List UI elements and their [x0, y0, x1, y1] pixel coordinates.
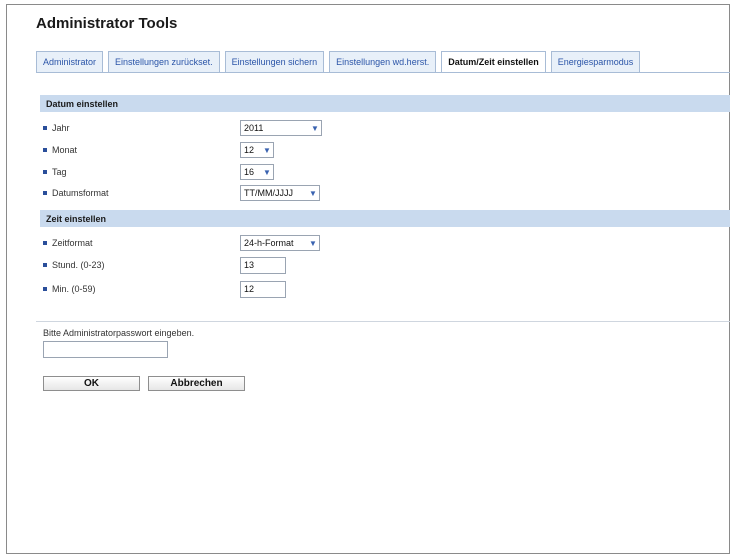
- date-format-label: Datumsformat: [52, 188, 109, 198]
- bullet-icon: [43, 148, 47, 152]
- date-format-row: Datumsformat TT/MM/JJJJ ▼: [40, 184, 320, 202]
- chevron-down-icon: ▼: [309, 238, 317, 248]
- tab-energy-saver[interactable]: Energiesparmodus: [550, 51, 641, 73]
- time-format-value: 24-h-Format: [244, 238, 294, 248]
- chevron-down-icon: ▼: [263, 167, 271, 177]
- bullet-icon: [43, 126, 47, 130]
- day-select[interactable]: 16 ▼: [240, 164, 274, 180]
- tab-backup-settings[interactable]: Einstellungen sichern: [224, 51, 325, 73]
- chevron-down-icon: ▼: [263, 145, 271, 155]
- bullet-icon: [43, 241, 47, 245]
- day-row: Tag 16 ▼: [40, 163, 274, 181]
- admin-window: Administrator Tools Administrator Einste…: [6, 4, 730, 554]
- tab-restore-settings[interactable]: Einstellungen wd.herst.: [329, 51, 437, 73]
- tab-date-time[interactable]: Datum/Zeit einstellen: [441, 51, 546, 73]
- year-row: Jahr 2011 ▼: [40, 119, 322, 137]
- year-label: Jahr: [52, 123, 70, 133]
- bullet-icon: [43, 263, 47, 267]
- month-select[interactable]: 12 ▼: [240, 142, 274, 158]
- time-format-select[interactable]: 24-h-Format ▼: [240, 235, 320, 251]
- section-divider: [36, 321, 730, 322]
- month-value: 12: [244, 145, 255, 155]
- day-value: 16: [244, 167, 255, 177]
- hour-row: Stund. (0-23) 13: [40, 256, 286, 274]
- page-title: Administrator Tools: [36, 15, 178, 32]
- chevron-down-icon: ▼: [311, 123, 319, 133]
- minute-row: Min. (0-59) 12: [40, 280, 286, 298]
- bullet-icon: [43, 191, 47, 195]
- ok-button[interactable]: OK: [43, 376, 140, 391]
- bullet-icon: [43, 287, 47, 291]
- cancel-button[interactable]: Abbrechen: [148, 376, 245, 391]
- hour-label: Stund. (0-23): [52, 260, 105, 270]
- date-format-select[interactable]: TT/MM/JJJJ ▼: [240, 185, 320, 201]
- bullet-icon: [43, 170, 47, 174]
- year-select[interactable]: 2011 ▼: [240, 120, 322, 136]
- password-label: Bitte Administratorpasswort eingeben.: [43, 328, 195, 338]
- month-label: Monat: [52, 145, 78, 155]
- password-input[interactable]: [43, 341, 168, 358]
- year-value: 2011: [244, 123, 264, 133]
- tab-bar: Administrator Einstellungen zurückset. E…: [36, 51, 641, 73]
- hour-input[interactable]: 13: [240, 256, 286, 274]
- tab-reset-settings[interactable]: Einstellungen zurückset.: [108, 51, 220, 73]
- date-section-header: Datum einstellen: [40, 95, 730, 112]
- day-label: Tag: [52, 167, 67, 177]
- minute-label: Min. (0-59): [52, 284, 96, 294]
- time-format-label: Zeitformat: [52, 238, 93, 248]
- minute-input[interactable]: 12: [240, 280, 286, 298]
- time-format-row: Zeitformat 24-h-Format ▼: [40, 234, 320, 252]
- tab-divider: [36, 72, 730, 73]
- chevron-down-icon: ▼: [309, 188, 317, 198]
- tab-administrator[interactable]: Administrator: [36, 51, 104, 73]
- month-row: Monat 12 ▼: [40, 141, 274, 159]
- date-format-value: TT/MM/JJJJ: [244, 188, 293, 198]
- time-section-header: Zeit einstellen: [40, 210, 730, 227]
